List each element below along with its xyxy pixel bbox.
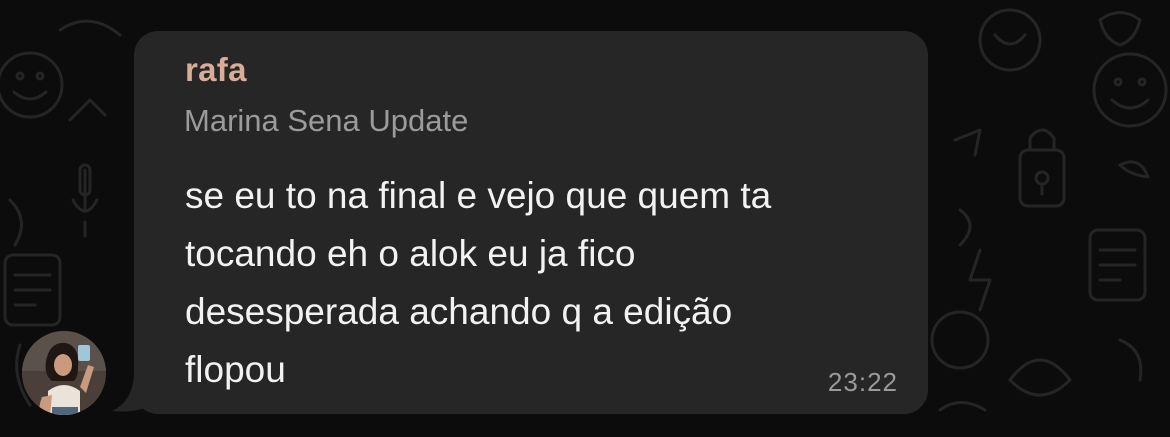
message-timestamp: 23:22 (827, 367, 898, 397)
sender-avatar[interactable] (22, 331, 106, 415)
message-bubble-container: rafa Marina Sena Update se eu to na fina… (112, 31, 928, 414)
message-bubble[interactable]: rafa Marina Sena Update se eu to na fina… (134, 31, 928, 414)
user-photo-avatar-icon (22, 331, 106, 415)
message-text: se eu to na final e vejo que quem ta toc… (185, 167, 905, 399)
message-line: flopou (185, 349, 286, 390)
forwarded-from-label[interactable]: Marina Sena Update (184, 103, 468, 139)
sender-name[interactable]: rafa (185, 51, 247, 89)
message-line: se eu to na final e vejo que quem ta (185, 175, 772, 216)
message-line: desesperada achando q a edição (185, 291, 733, 332)
message-line: tocando eh o alok eu ja fico (185, 233, 636, 274)
